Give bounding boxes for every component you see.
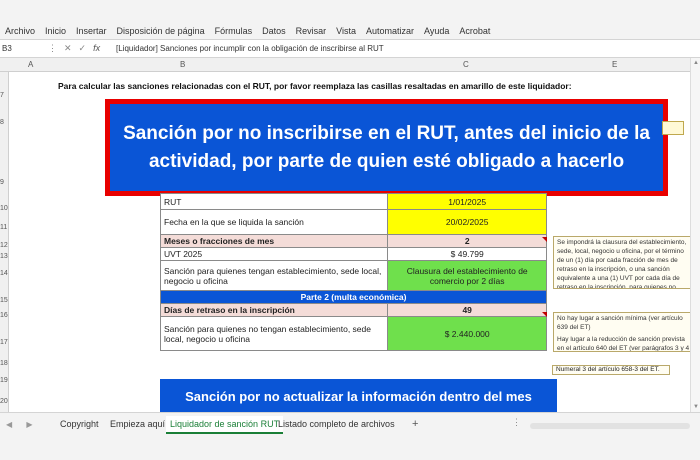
rut-label[interactable]: RUT	[159, 193, 389, 210]
sancion2-label[interactable]: Sanción para quienes no tengan estableci…	[159, 316, 389, 351]
fecha-label[interactable]: Fecha en la que se liquida la sanción	[159, 209, 389, 235]
confirm-icon[interactable]: ✓	[79, 43, 87, 54]
tab-liquidador[interactable]: Liquidador de sanción RUT	[166, 416, 284, 434]
scroll-down-icon[interactable]: ▼	[693, 404, 699, 410]
row-header[interactable]: 9	[0, 179, 4, 186]
column-header-c[interactable]: C	[463, 60, 469, 69]
uvt-value[interactable]: $ 49.799	[387, 247, 547, 261]
dias-value[interactable]: 49	[387, 303, 547, 317]
menu-formulas[interactable]: Fórmulas	[210, 26, 258, 36]
column-header-b[interactable]: B	[180, 60, 185, 69]
cancel-icon[interactable]: ✕	[64, 43, 72, 54]
row-header[interactable]: 16	[0, 312, 8, 319]
row-header[interactable]: 18	[0, 360, 8, 367]
uvt-label[interactable]: UVT 2025	[159, 247, 389, 261]
menu-datos[interactable]: Datos	[257, 26, 291, 36]
row-header[interactable]: 10	[0, 205, 8, 212]
menu-inicio[interactable]: Inicio	[40, 26, 71, 36]
menu-bar: Archivo Inicio Insertar Disposición de p…	[0, 26, 495, 36]
menu-revisar[interactable]: Revisar	[291, 26, 332, 36]
banner-red-frame: Sanción por no inscribirse en el RUT, an…	[105, 99, 668, 196]
menu-acrobat[interactable]: Acrobat	[454, 26, 495, 36]
formula-input[interactable]: [Liquidador] Sanciones por incumplir con…	[116, 44, 384, 53]
horizontal-scrollbar[interactable]	[530, 423, 690, 429]
comment-note-numeral[interactable]: Numeral 3 del artículo 658-3 del ET.	[552, 365, 670, 375]
vertical-scrollbar[interactable]: ▲ ▼	[690, 58, 700, 412]
row-header[interactable]: 8	[0, 119, 4, 126]
row-header[interactable]: 14	[0, 270, 8, 277]
banner-title[interactable]: Sanción por no inscribirse en el RUT, an…	[110, 104, 663, 191]
parte2-header[interactable]: Parte 2 (multa económica)	[160, 290, 547, 304]
more-icon[interactable]: ⋮	[48, 43, 57, 54]
menu-archivo[interactable]: Archivo	[0, 26, 40, 36]
row-headers: 7 8 9 10 11 12 13 14 15 16 17 18 19 20	[0, 72, 9, 412]
comment-note-line: No hay lugar a sanción mínima (ver artíc…	[557, 315, 683, 331]
sancion1-value[interactable]: Clausura del establecimiento de comercio…	[387, 260, 547, 291]
insert-function-icon[interactable]: fx	[93, 43, 100, 54]
status-bar	[0, 436, 700, 460]
column-headers: A B C E	[0, 58, 700, 72]
menu-ayuda[interactable]: Ayuda	[419, 26, 454, 36]
meses-value[interactable]: 2	[387, 234, 547, 248]
comment-note-line: Hay lugar a la reducción de sanción prev…	[557, 336, 690, 352]
rut-date-input[interactable]: 1/01/2025	[387, 193, 547, 210]
comment-box	[662, 121, 684, 135]
comment-note-sancion-minima[interactable]: No hay lugar a sanción mínima (ver artíc…	[553, 312, 690, 352]
name-box[interactable]: B3	[0, 44, 48, 53]
more-options-icon[interactable]: ⋮	[512, 417, 521, 428]
comment-note-clausura[interactable]: Se impondrá la clausura del establecimie…	[553, 236, 690, 289]
ribbon: Archivo Inicio Insertar Disposición de p…	[0, 0, 700, 40]
scroll-up-icon[interactable]: ▲	[693, 60, 699, 66]
dias-label[interactable]: Días de retraso en la inscripción	[159, 303, 389, 317]
meses-label[interactable]: Meses o fracciones de mes	[159, 234, 389, 248]
menu-vista[interactable]: Vista	[331, 26, 361, 36]
instruction-text[interactable]: Para calcular las sanciones relacionadas…	[58, 81, 572, 91]
formula-bar-icons: ⋮ ✕ ✓ fx	[48, 43, 116, 54]
column-header-a[interactable]: A	[28, 60, 33, 69]
tab-listado[interactable]: Listado completo de archivos	[278, 419, 395, 429]
tab-empieza-aqui[interactable]: Empieza aquí	[110, 419, 165, 429]
row-header[interactable]: 13	[0, 253, 8, 260]
worksheet[interactable]: Para calcular las sanciones relacionadas…	[10, 72, 690, 412]
sancion1-label[interactable]: Sanción para quienes tengan establecimie…	[159, 260, 389, 291]
comment-flag-icon	[542, 312, 547, 317]
row-header[interactable]: 7	[0, 92, 4, 99]
menu-automatizar[interactable]: Automatizar	[361, 26, 419, 36]
tab-navigation-icon[interactable]: ◀ ▶	[6, 420, 39, 429]
comment-flag-icon	[542, 237, 547, 242]
row-header[interactable]: 20	[0, 398, 8, 405]
row-header[interactable]: 15	[0, 297, 8, 304]
sheet-tab-bar: ◀ ▶ Copyright Empieza aquí Liquidador de…	[0, 412, 700, 436]
row-header[interactable]: 11	[0, 224, 7, 231]
sancion2-value[interactable]: $ 2.440.000	[387, 316, 547, 351]
add-sheet-button[interactable]: +	[412, 418, 418, 430]
fecha-input[interactable]: 20/02/2025	[387, 209, 547, 235]
banner-actualizar[interactable]: Sanción por no actualizar la información…	[160, 379, 557, 412]
row-header[interactable]: 19	[0, 377, 8, 384]
liquidator-table: RUT 1/01/2025 Fecha en la que se liquida…	[159, 193, 547, 351]
column-header-e[interactable]: E	[612, 60, 617, 69]
menu-disposicion[interactable]: Disposición de página	[112, 26, 210, 36]
tab-copyright[interactable]: Copyright	[60, 419, 99, 429]
row-header[interactable]: 12	[0, 242, 8, 249]
menu-insertar[interactable]: Insertar	[71, 26, 112, 36]
formula-bar: B3 ⋮ ✕ ✓ fx [Liquidador] Sanciones por i…	[0, 40, 700, 58]
row-header[interactable]: 17	[0, 339, 8, 346]
